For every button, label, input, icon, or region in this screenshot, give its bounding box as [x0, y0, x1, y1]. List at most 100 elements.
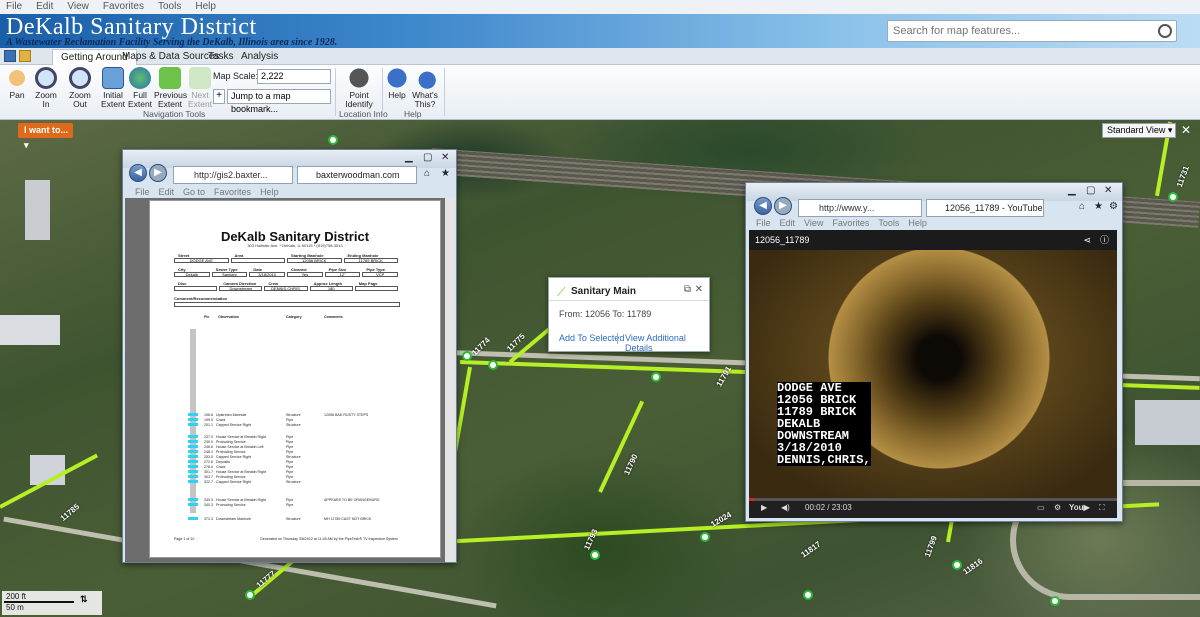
close-button[interactable]: ✕	[441, 152, 449, 163]
observation-marker[interactable]	[188, 435, 198, 438]
address-bar[interactable]: http://gis2.baxter...	[173, 166, 293, 184]
browser-menu-view[interactable]: View	[804, 218, 823, 228]
browser-menu-go-to[interactable]: Go to	[183, 187, 205, 197]
menu-item-help[interactable]: Help	[195, 0, 216, 14]
browser-menu-help[interactable]: Help	[260, 187, 279, 197]
search-box[interactable]	[887, 20, 1177, 42]
youtube-logo[interactable]: You▶	[1069, 498, 1090, 518]
full-extent-button[interactable]: Full Extent	[127, 67, 153, 109]
observation-marker[interactable]	[188, 465, 198, 468]
observation-marker[interactable]	[188, 418, 198, 421]
captions-icon[interactable]: ▭	[1037, 498, 1045, 518]
observation-marker[interactable]	[188, 450, 198, 453]
whats-this-button[interactable]: What's This?	[411, 67, 439, 109]
manhole-node[interactable]	[1168, 192, 1178, 202]
volume-icon[interactable]: ◀)	[781, 498, 790, 518]
scrollbar[interactable]	[445, 198, 455, 562]
manhole-node[interactable]	[700, 532, 710, 542]
browser-menu-edit[interactable]: Edit	[780, 218, 796, 228]
close-button[interactable]: ✕	[1104, 185, 1112, 196]
observation-marker[interactable]	[188, 480, 198, 483]
observation-marker[interactable]	[188, 413, 198, 416]
observation-marker[interactable]	[188, 445, 198, 448]
zoom-in-button[interactable]: Zoom In	[31, 67, 61, 109]
observation-marker[interactable]	[188, 517, 198, 520]
add-to-selected-link[interactable]: Add To Selected	[559, 333, 624, 343]
observation-marker[interactable]	[188, 440, 198, 443]
forward-button[interactable]: ▶	[774, 197, 792, 215]
browser-menu-file[interactable]: File	[135, 187, 150, 197]
observation-marker[interactable]	[188, 470, 198, 473]
manhole-node[interactable]	[590, 550, 600, 560]
browser-tab[interactable]: baxterwoodman.com	[297, 166, 417, 184]
home-icon[interactable]: ⌂	[1079, 201, 1085, 212]
observation-category: Pipe	[286, 460, 294, 464]
view-details-link[interactable]: View Additional Details	[625, 333, 709, 353]
sanitary-pipe[interactable]	[598, 400, 645, 493]
browser-menu-favorites[interactable]: Favorites	[214, 187, 251, 197]
browser-menu-file[interactable]: File	[756, 218, 771, 228]
forward-button[interactable]: ▶	[149, 164, 167, 182]
open-folder-icon[interactable]	[19, 50, 31, 62]
point-identify-button[interactable]: Point Identify	[340, 67, 378, 109]
browser-menu-tools[interactable]: Tools	[878, 218, 899, 228]
maximize-button[interactable]: ▢	[1086, 185, 1095, 196]
maximize-button[interactable]: ▢	[423, 152, 432, 163]
menu-item-edit[interactable]: Edit	[36, 0, 53, 14]
browser-menu-favorites[interactable]: Favorites	[832, 218, 869, 228]
observation-marker[interactable]	[188, 503, 198, 506]
popout-icon[interactable]: ⧉	[684, 284, 691, 295]
help-button[interactable]: Help	[385, 67, 409, 100]
favorites-star-icon[interactable]: ★	[441, 168, 450, 179]
initial-extent-button[interactable]: Initial Extent	[99, 67, 127, 109]
i-want-to-menu[interactable]: I want to... ▾	[18, 123, 73, 150]
menu-item-file[interactable]: File	[6, 0, 22, 14]
menu-item-tools[interactable]: Tools	[158, 0, 181, 14]
zoom-out-button[interactable]: Zoom Out	[63, 67, 97, 109]
observation-marker[interactable]	[188, 475, 198, 478]
observation-marker[interactable]	[188, 455, 198, 458]
back-button[interactable]: ◀	[754, 197, 772, 215]
tools-icon[interactable]: ✕	[1181, 123, 1191, 137]
search-input[interactable]	[888, 21, 1148, 41]
save-icon[interactable]	[4, 50, 16, 62]
info-icon[interactable]: ⓘ	[1100, 230, 1109, 250]
observation-marker[interactable]	[188, 460, 198, 463]
manhole-node[interactable]	[803, 590, 813, 600]
menu-item-favorites[interactable]: Favorites	[103, 0, 144, 14]
minimize-button[interactable]: ▁	[405, 152, 413, 163]
browser-tab[interactable]: 12056_11789 - YouTube	[926, 199, 1044, 217]
manhole-node[interactable]	[328, 135, 338, 145]
address-bar[interactable]: http://www.y...	[798, 199, 922, 217]
browser-menu-edit[interactable]: Edit	[159, 187, 175, 197]
scale-toggle[interactable]: ⇅	[80, 594, 88, 605]
close-icon[interactable]: ✕	[695, 284, 703, 295]
observation-marker[interactable]	[188, 423, 198, 426]
add-bookmark-button[interactable]: +	[213, 89, 225, 104]
video-player[interactable]: 12056_11789 ⋖ ⓘ DODGE AVE 12056 BRICK 11…	[749, 230, 1117, 518]
home-icon[interactable]: ⌂	[424, 168, 430, 179]
back-button[interactable]: ◀	[129, 164, 147, 182]
menu-item-view[interactable]: View	[67, 0, 89, 14]
search-icon[interactable]	[1158, 24, 1172, 38]
manhole-node[interactable]	[651, 372, 661, 382]
manhole-node[interactable]	[245, 590, 255, 600]
play-icon[interactable]: ▶	[761, 498, 767, 518]
fullscreen-icon[interactable]: ⛶	[1099, 498, 1105, 518]
minimize-button[interactable]: ▁	[1068, 185, 1076, 196]
map-scale-input[interactable]: 2,222	[257, 69, 331, 84]
favorites-star-icon[interactable]: ★	[1094, 201, 1103, 212]
next-extent-button[interactable]: Next Extent	[188, 67, 212, 109]
manhole-node[interactable]	[1050, 596, 1060, 606]
previous-extent-button[interactable]: Previous Extent	[154, 67, 187, 109]
gear-icon[interactable]: ⚙	[1054, 498, 1061, 518]
share-icon[interactable]: ⋖	[1083, 230, 1091, 250]
browser-menu-help[interactable]: Help	[908, 218, 927, 228]
standard-view-dropdown[interactable]: Standard View ▾	[1102, 123, 1176, 138]
tab-analysis[interactable]: Analysis	[233, 49, 286, 65]
bookmark-dropdown[interactable]: Jump to a map bookmark...	[227, 89, 331, 114]
pan-button[interactable]: Pan	[4, 67, 30, 100]
observation-marker[interactable]	[188, 498, 198, 501]
gear-icon[interactable]: ⚙	[1109, 201, 1118, 212]
manhole-node[interactable]	[488, 360, 498, 370]
